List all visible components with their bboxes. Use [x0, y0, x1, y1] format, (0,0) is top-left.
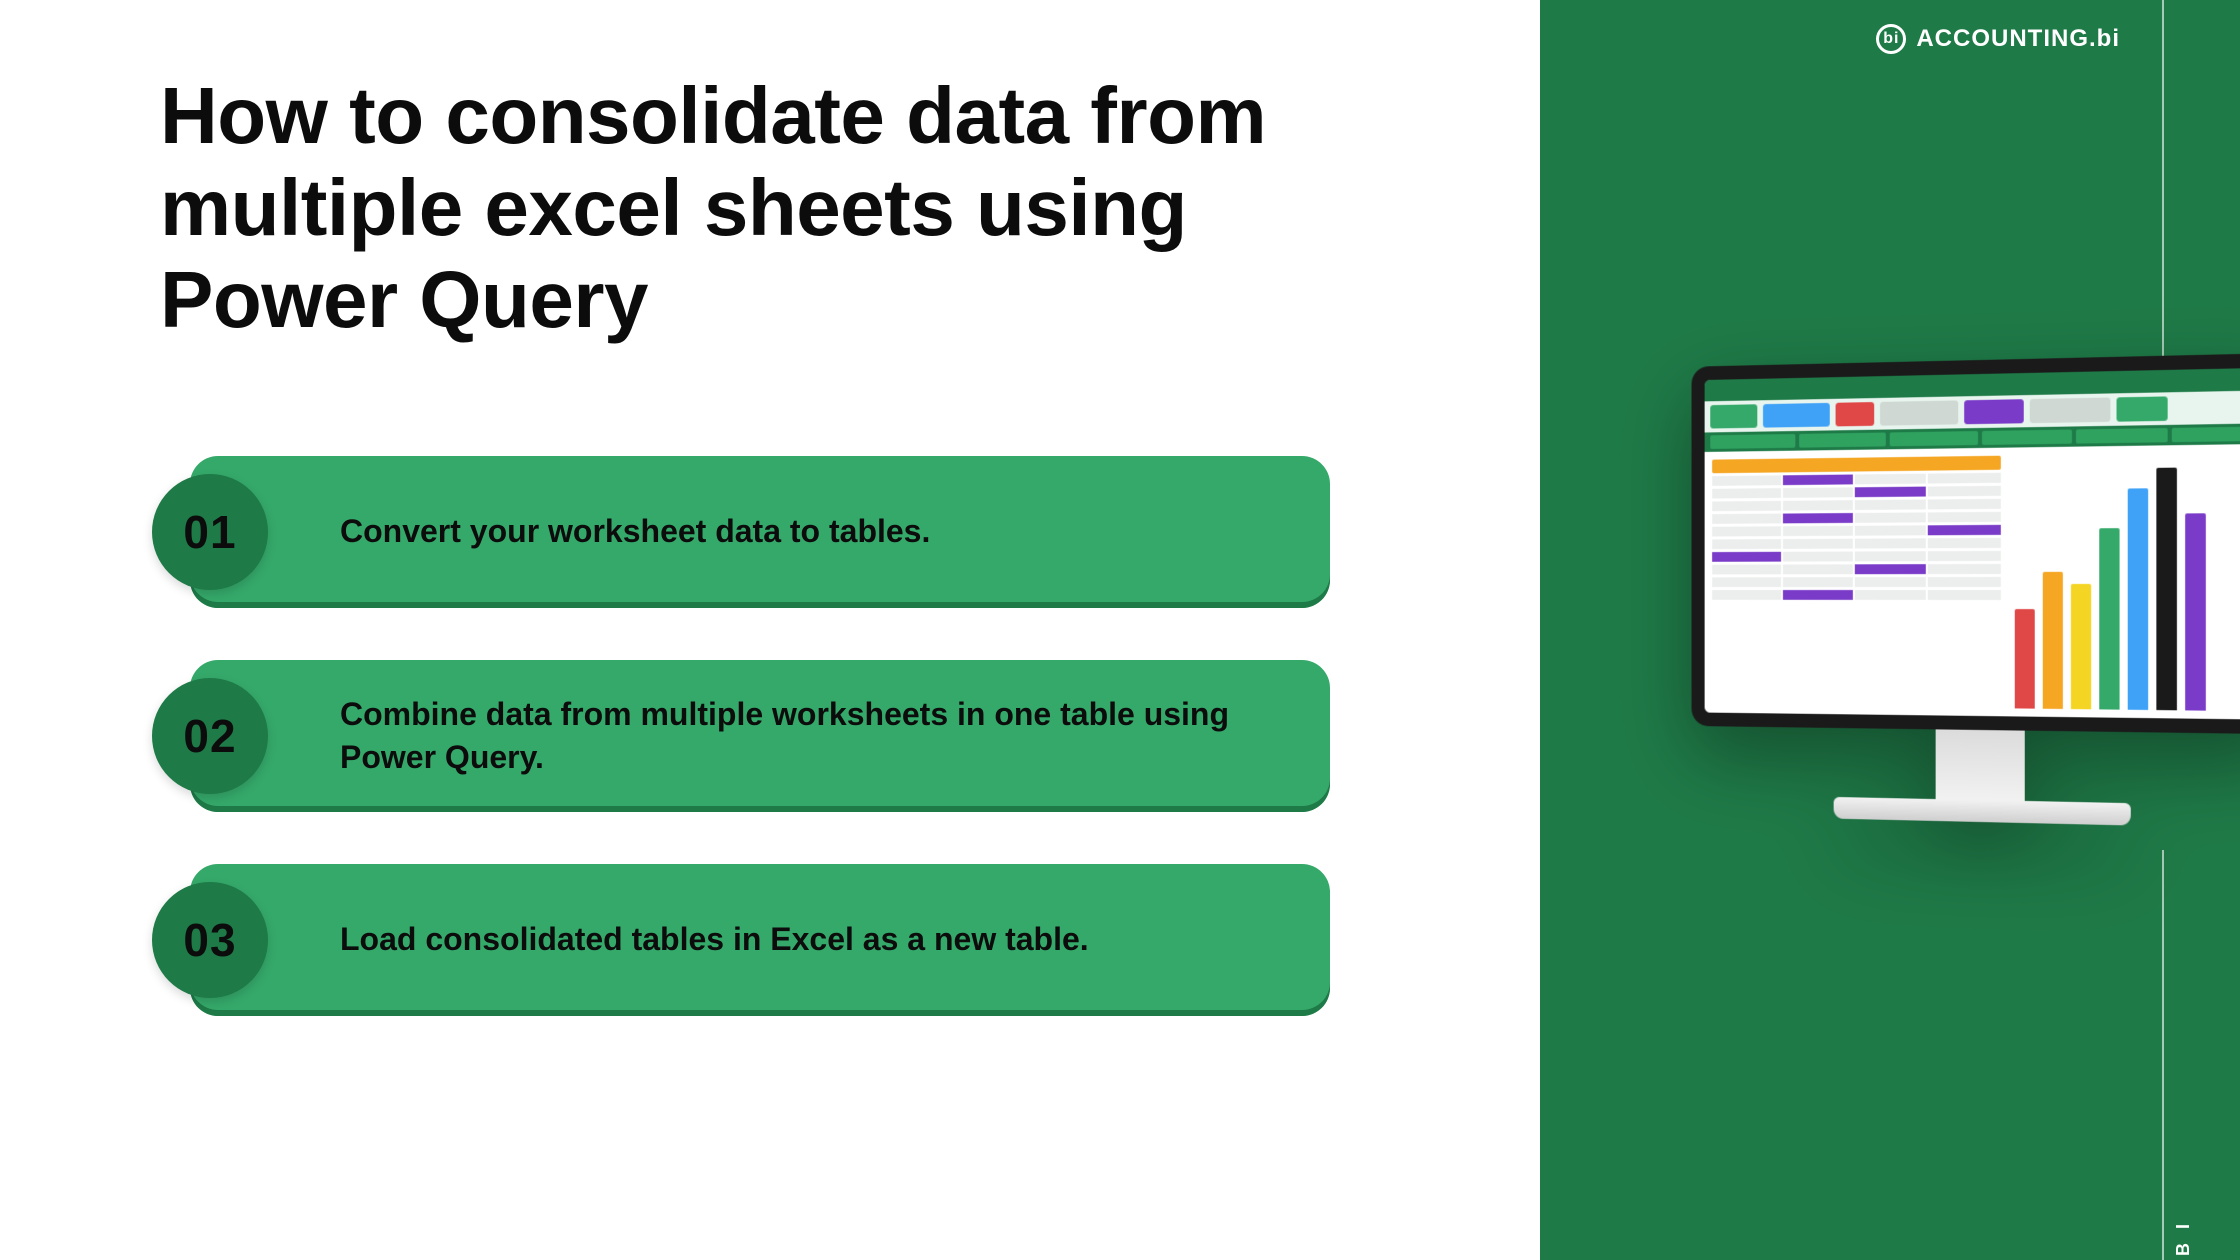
- logo-text: ACCOUNTING.bi: [1916, 25, 2120, 53]
- monitor-stand-base: [1834, 797, 2131, 826]
- ribbon-chunk: [2117, 396, 2168, 421]
- step-item: 02 Combine data from multiple worksheets…: [140, 660, 1440, 812]
- table-row: [1712, 551, 2000, 562]
- step-text: Load consolidated tables in Excel as a n…: [340, 918, 1089, 961]
- step-number: 01: [183, 505, 236, 559]
- step-item: 03 Load consolidated tables in Excel as …: [140, 864, 1440, 1016]
- excel-body: [1705, 444, 2240, 720]
- chart-bar: [2071, 584, 2091, 709]
- page-title: How to consolidate data from multiple ex…: [160, 70, 1440, 346]
- step-number: 03: [183, 913, 236, 967]
- subribbon-cell: [1710, 434, 1795, 449]
- ribbon-chunk: [2030, 397, 2111, 423]
- table-row: [1712, 486, 2000, 499]
- subribbon-cell: [1799, 433, 1886, 448]
- ribbon-chunk: [1763, 403, 1830, 428]
- steps-list: 01 Convert your worksheet data to tables…: [140, 456, 1440, 1016]
- ribbon-chunk: [1836, 402, 1875, 426]
- step-pill: 03 Load consolidated tables in Excel as …: [190, 864, 1330, 1016]
- monitor-bezel: [1692, 353, 2240, 734]
- chart-bar: [2042, 571, 2062, 709]
- ribbon-chunk: [1710, 404, 1757, 428]
- table-row: [1712, 590, 2000, 600]
- subribbon-cell: [2172, 426, 2240, 442]
- table-row: [1712, 525, 2000, 537]
- table-row: [1712, 577, 2000, 587]
- spreadsheet-grid: [1705, 448, 2009, 717]
- monitor-stand-neck: [1936, 729, 2025, 801]
- content-area: How to consolidate data from multiple ex…: [0, 0, 1540, 1260]
- monitor-mockup: [1692, 353, 2240, 829]
- step-number: 02: [183, 709, 236, 763]
- ribbon-chunk: [1964, 399, 2024, 424]
- table-row: [1712, 564, 2000, 575]
- chart-bar: [2014, 609, 2034, 709]
- table-row: [1712, 538, 2000, 549]
- subribbon-cell: [1890, 431, 1978, 446]
- monitor-screen: [1705, 368, 2240, 720]
- hero-sidebar: bi ACCOUNTING.bi ACCOUNTING.BI: [1540, 0, 2240, 1260]
- brand-logo: bi ACCOUNTING.bi: [1876, 24, 2120, 54]
- bar-chart: [2008, 444, 2240, 720]
- step-number-badge: 01: [152, 474, 268, 590]
- step-number-badge: 03: [152, 882, 268, 998]
- table-row: [1712, 473, 2000, 486]
- chart-bar: [2127, 488, 2147, 710]
- step-number-badge: 02: [152, 678, 268, 794]
- slide-canvas: How to consolidate data from multiple ex…: [0, 0, 2240, 1260]
- step-text: Convert your worksheet data to tables.: [340, 510, 930, 553]
- step-text: Combine data from multiple worksheets in…: [340, 693, 1250, 779]
- subribbon-cell: [2076, 428, 2168, 444]
- step-pill: 02 Combine data from multiple worksheets…: [190, 660, 1330, 812]
- logo-mark-icon: bi: [1876, 24, 1906, 54]
- step-pill: 01 Convert your worksheet data to tables…: [190, 456, 1330, 608]
- vertical-brand-text: ACCOUNTING.BI: [2173, 1210, 2194, 1260]
- chart-bar: [2156, 468, 2177, 711]
- step-item: 01 Convert your worksheet data to tables…: [140, 456, 1440, 608]
- chart-bar: [2185, 513, 2206, 711]
- decorative-line-bottom: [2162, 850, 2164, 1260]
- table-row: [1712, 512, 2000, 524]
- chart-bar: [2099, 529, 2119, 710]
- table-header-row: [1712, 456, 2000, 474]
- ribbon-chunk: [1880, 400, 1958, 425]
- subribbon-cell: [1982, 430, 2072, 445]
- table-row: [1712, 499, 2000, 511]
